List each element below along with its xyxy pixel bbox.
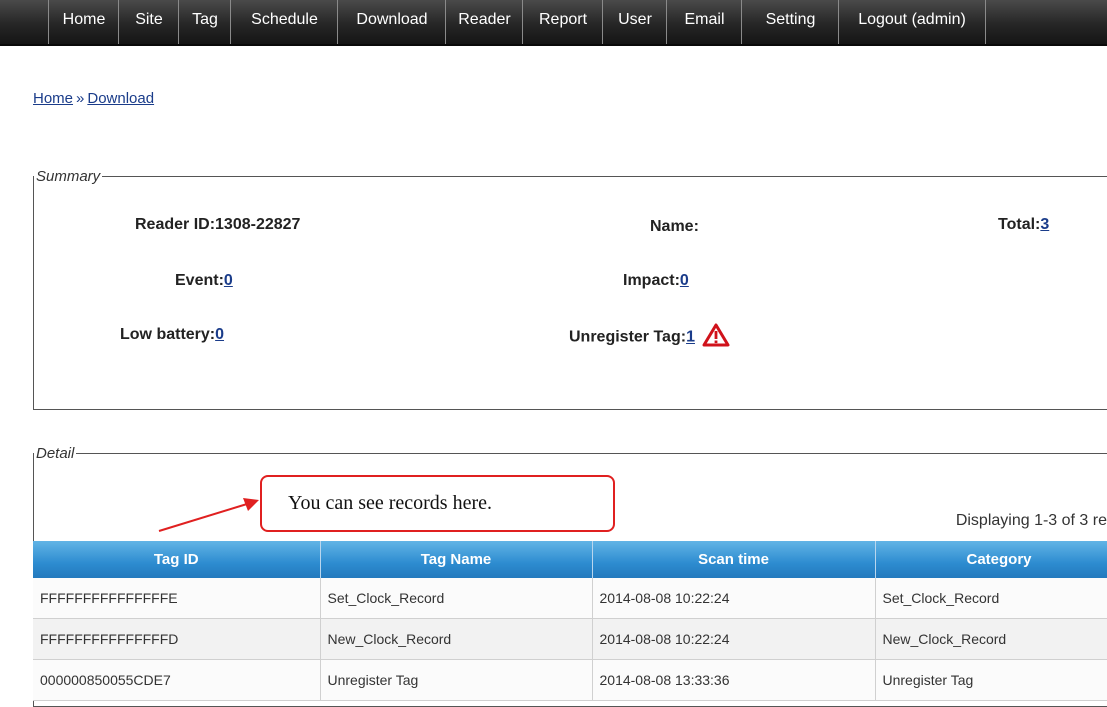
- nav-reader[interactable]: Reader: [445, 0, 523, 44]
- reader-id-label: Reader ID:: [135, 216, 216, 233]
- cell-category: Unregister Tag: [875, 659, 1107, 701]
- table-header-row: Tag ID Tag Name Scan time Category: [33, 541, 1107, 578]
- unregister-tag-link[interactable]: 1: [686, 329, 695, 346]
- top-nav: Home Site Tag Schedule Download Reader R…: [0, 0, 1107, 46]
- nav-download[interactable]: Download: [337, 0, 446, 44]
- nav-email[interactable]: Email: [666, 0, 742, 44]
- column-header-tag-id[interactable]: Tag ID: [33, 541, 321, 578]
- cell-tag-name: Set_Clock_Record: [320, 578, 593, 619]
- column-header-tag-name[interactable]: Tag Name: [320, 541, 593, 578]
- cell-scan-time: 2014-08-08 13:33:36: [592, 659, 876, 701]
- breadcrumb-download-link[interactable]: Download: [87, 90, 154, 107]
- cell-tag-id: FFFFFFFFFFFFFFFE: [33, 578, 321, 619]
- low-battery-link[interactable]: 0: [215, 326, 224, 343]
- impact-field: Impact:0: [623, 272, 689, 290]
- warning-triangle-icon: [702, 323, 730, 352]
- nav-home[interactable]: Home: [48, 0, 119, 44]
- name-label: Name:: [650, 218, 699, 235]
- low-battery-label: Low battery:: [120, 326, 216, 343]
- column-header-scan-time[interactable]: Scan time: [592, 541, 876, 578]
- name-field: Name:: [650, 218, 699, 236]
- summary-legend: Summary: [36, 168, 101, 185]
- nav-logout[interactable]: Logout (admin): [838, 0, 986, 44]
- records-table: Tag ID Tag Name Scan time Category FFFFF…: [33, 541, 1107, 701]
- event-field: Event:0: [175, 272, 233, 290]
- impact-label: Impact:: [623, 272, 680, 289]
- unregister-tag-field: Unregister Tag:1: [569, 323, 730, 352]
- nav-setting[interactable]: Setting: [741, 0, 839, 44]
- breadcrumb-separator: »: [76, 90, 85, 107]
- total-label: Total:: [998, 216, 1041, 233]
- table-row[interactable]: 000000850055CDE7 Unregister Tag 2014-08-…: [33, 659, 1107, 701]
- table-row[interactable]: FFFFFFFFFFFFFFFD New_Clock_Record 2014-0…: [33, 618, 1107, 660]
- unregister-tag-label: Unregister Tag:: [569, 328, 687, 346]
- cell-tag-name: Unregister Tag: [320, 659, 593, 701]
- nav-report[interactable]: Report: [522, 0, 603, 44]
- cell-tag-name: New_Clock_Record: [320, 618, 593, 660]
- cell-tag-id: 000000850055CDE7: [33, 659, 321, 701]
- column-header-category[interactable]: Category: [875, 541, 1107, 578]
- total-link[interactable]: 3: [1040, 216, 1049, 233]
- pagination-summary: Displaying 1-3 of 3 re: [955, 512, 1107, 529]
- reader-id-field: Reader ID:1308-22827: [135, 216, 300, 234]
- cell-scan-time: 2014-08-08 10:22:24: [592, 578, 876, 619]
- breadcrumb: Home» Download: [33, 90, 154, 107]
- breadcrumb-home-link[interactable]: Home: [33, 90, 73, 107]
- callout-arrow-icon: [158, 498, 259, 532]
- event-label: Event:: [175, 272, 224, 289]
- detail-legend: Detail: [36, 445, 75, 462]
- cell-category: Set_Clock_Record: [875, 578, 1107, 619]
- impact-link[interactable]: 0: [680, 272, 689, 289]
- reader-id-value: 1308-22827: [215, 216, 301, 233]
- table-row[interactable]: FFFFFFFFFFFFFFFE Set_Clock_Record 2014-0…: [33, 578, 1107, 619]
- low-battery-field: Low battery:0: [120, 326, 224, 344]
- event-link[interactable]: 0: [224, 272, 233, 289]
- nav-tag[interactable]: Tag: [178, 0, 231, 44]
- callout-note: You can see records here.: [260, 475, 615, 532]
- nav-user[interactable]: User: [602, 0, 667, 44]
- cell-category: New_Clock_Record: [875, 618, 1107, 660]
- nav-site[interactable]: Site: [118, 0, 179, 44]
- total-field: Total:3: [998, 216, 1049, 234]
- nav-schedule[interactable]: Schedule: [230, 0, 338, 44]
- cell-tag-id: FFFFFFFFFFFFFFFD: [33, 618, 321, 660]
- cell-scan-time: 2014-08-08 10:22:24: [592, 618, 876, 660]
